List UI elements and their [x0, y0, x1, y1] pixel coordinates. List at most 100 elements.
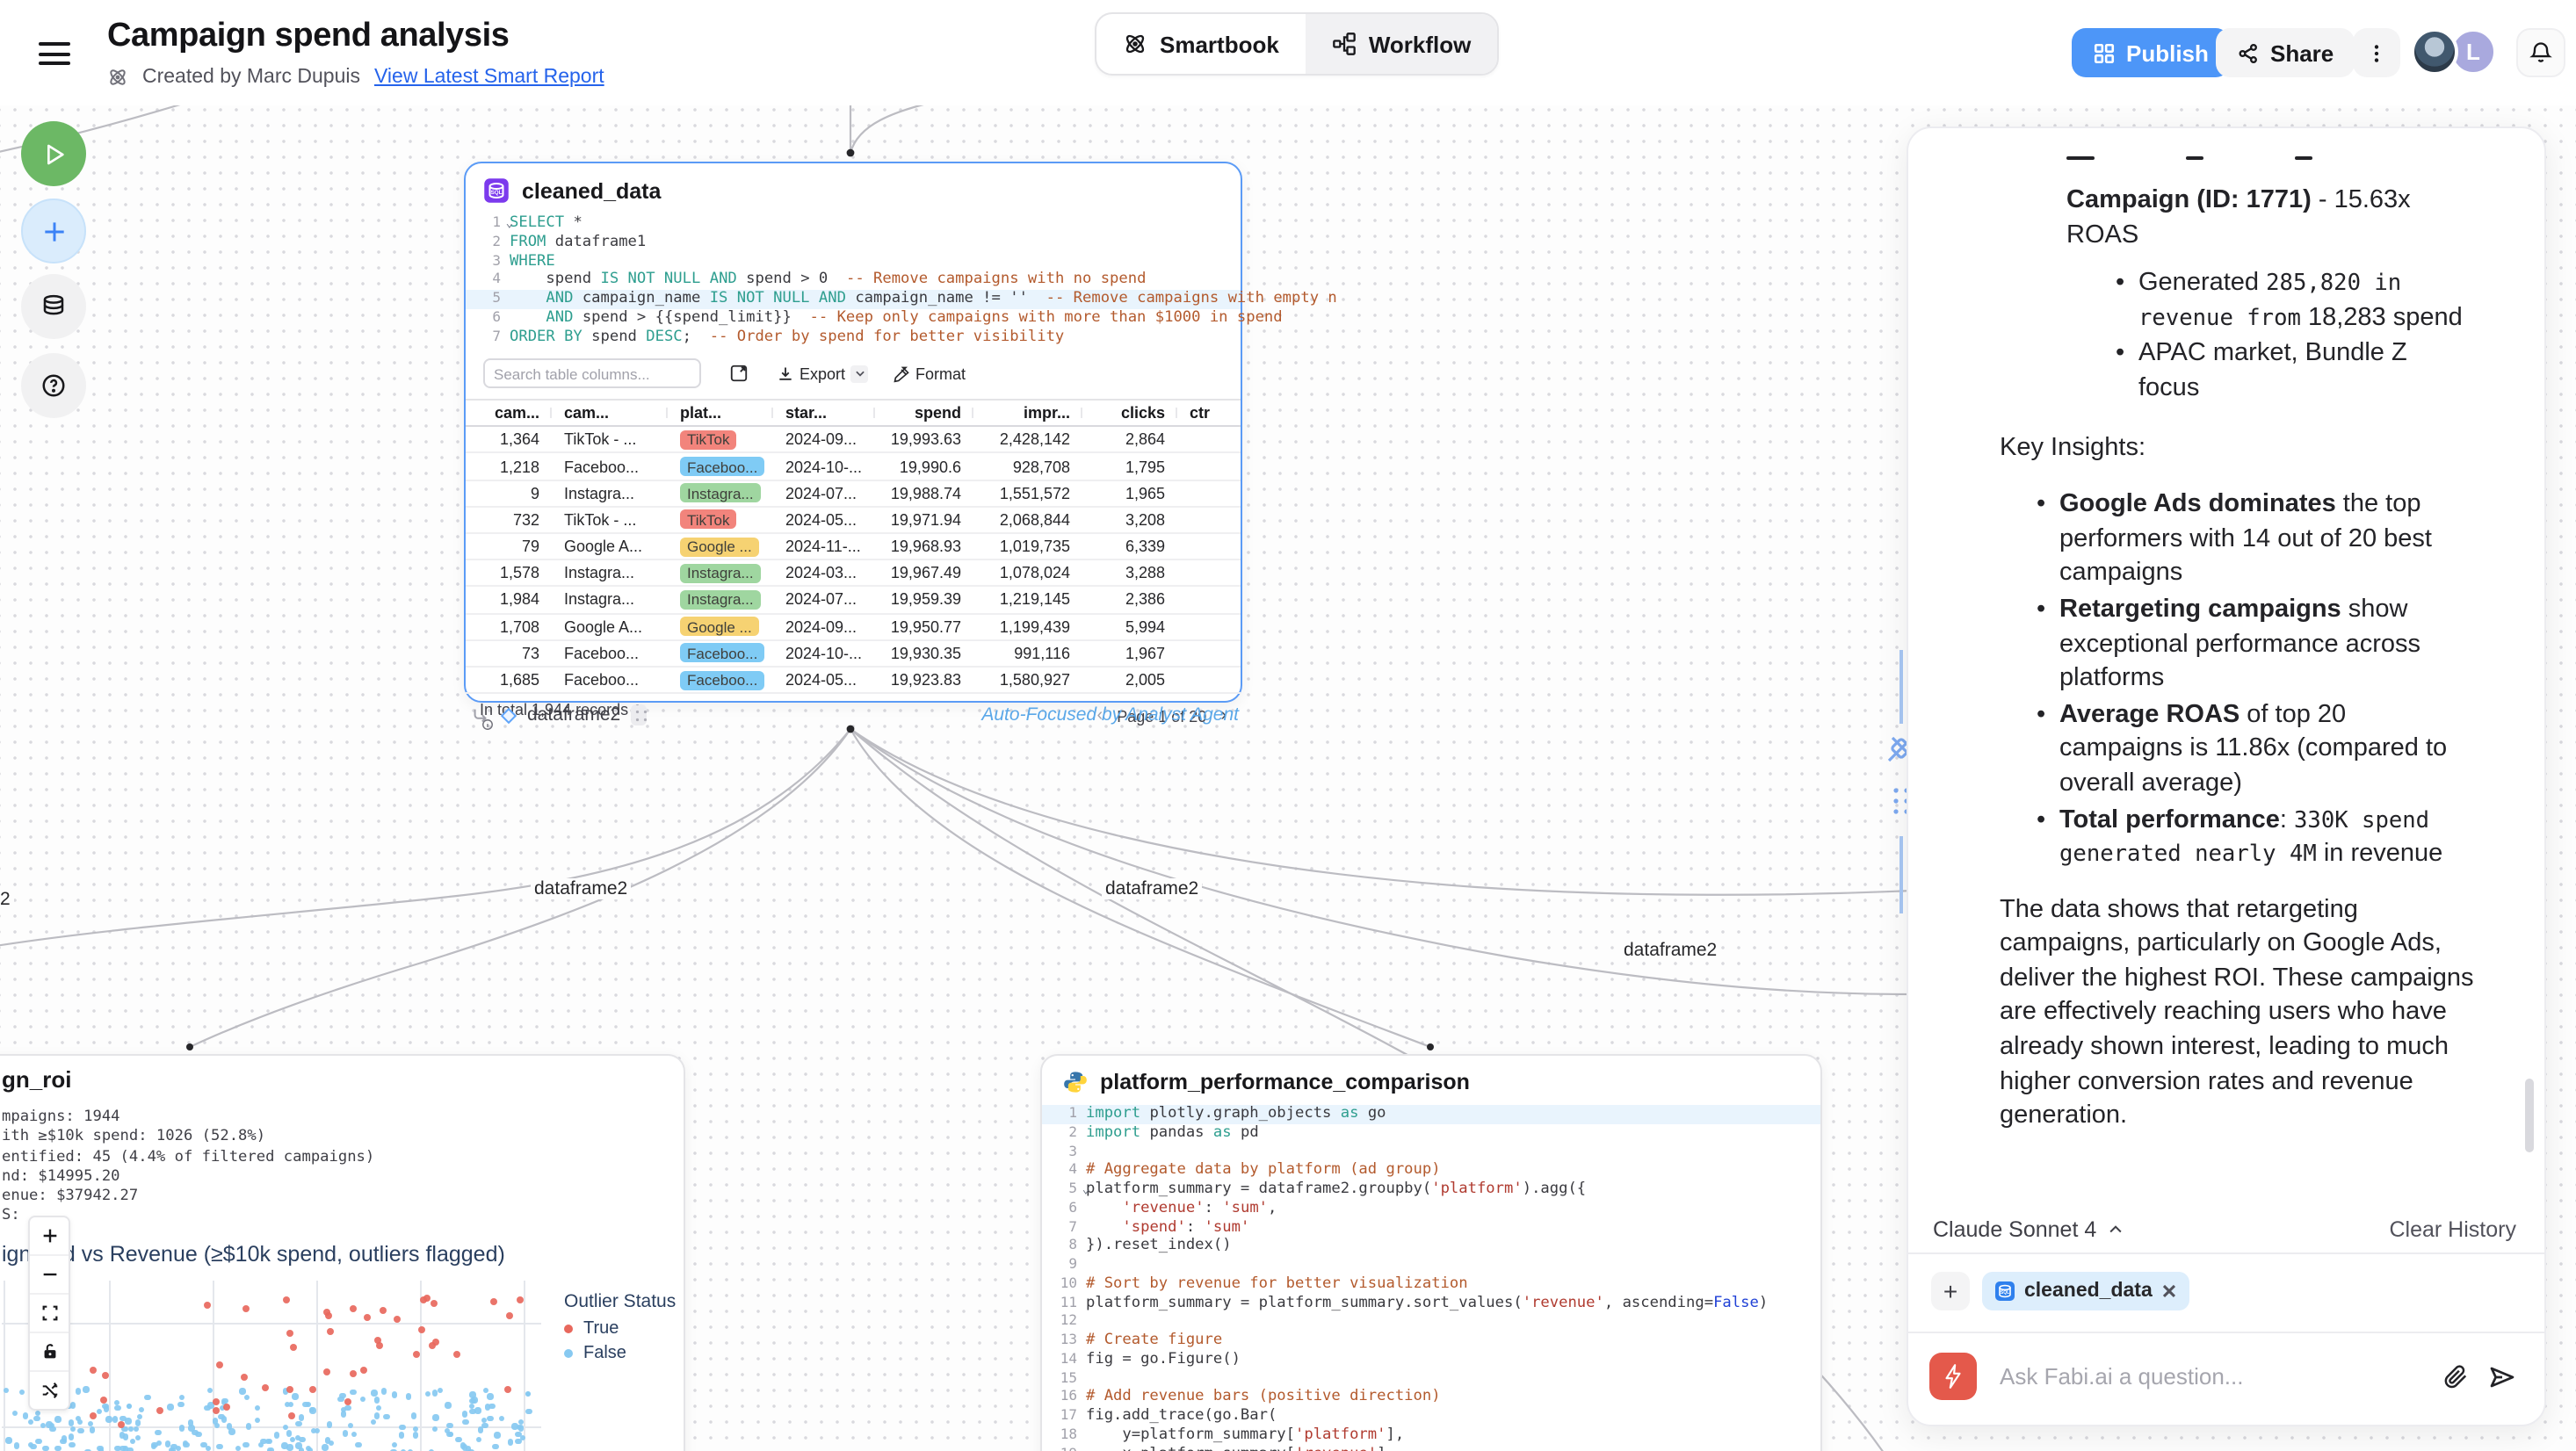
scatter-plot[interactable]: [2, 1281, 541, 1451]
notifications-button[interactable]: [2516, 28, 2565, 77]
export-button[interactable]: Export: [777, 365, 868, 383]
legend-item-false[interactable]: False: [564, 1344, 676, 1363]
code-line[interactable]: 1import plotly.graph_objects as go: [1042, 1105, 1820, 1124]
more-options-button[interactable]: [2353, 28, 2400, 77]
avatar-photo[interactable]: [2411, 28, 2458, 76]
code-line[interactable]: 2import pandas as pd: [1042, 1124, 1820, 1144]
attach-button[interactable]: [2442, 1363, 2469, 1390]
platform-badge: TikTok: [680, 510, 737, 530]
code-line[interactable]: 9: [1042, 1256, 1820, 1275]
chevron-up-icon[interactable]: [2107, 1221, 2124, 1238]
table-cell: 2,068,844: [972, 511, 1081, 529]
column-header[interactable]: ctr: [1176, 405, 1241, 422]
table-row[interactable]: 1,578Instagra...Instagra...2024-03...19,…: [466, 560, 1241, 587]
code-line[interactable]: 15: [1042, 1369, 1820, 1389]
fit-view-button[interactable]: [30, 1295, 69, 1333]
format-button[interactable]: Format: [893, 365, 966, 383]
code-line[interactable]: 18 y=platform_summary['platform'],: [1042, 1426, 1820, 1446]
tab-smartbook[interactable]: Smartbook: [1096, 14, 1306, 74]
scrollbar-thumb[interactable]: [2525, 1079, 2534, 1152]
code-line[interactable]: 3: [1042, 1143, 1820, 1162]
clear-history-button[interactable]: Clear History: [2390, 1217, 2517, 1242]
table-row[interactable]: 79Google A...Google ...2024-11-...19,968…: [466, 534, 1241, 560]
expand-icon[interactable]: [729, 365, 749, 384]
code-line[interactable]: 4# Aggregate data by platform (ad group): [1042, 1162, 1820, 1181]
code-line[interactable]: 5⌄platform_summary = dataframe2.groupby(…: [1042, 1180, 1820, 1200]
table-row[interactable]: 73Faceboo...Faceboo...2024-10-...19,930.…: [466, 641, 1241, 668]
node-output-row: dataframe2 Auto-Focused by Analyst Agent: [471, 704, 1239, 726]
column-header[interactable]: plat...: [666, 405, 771, 422]
shuffle-layout-button[interactable]: [30, 1372, 69, 1409]
remove-chip-icon[interactable]: ✕: [2161, 1280, 2177, 1303]
sql-editor[interactable]: 1⌄SELECT *2FROM dataframe13WHERE4 spend …: [466, 211, 1241, 347]
node-cleaned-data[interactable]: SQL cleaned_data 1⌄SELECT *2FROM datafra…: [464, 162, 1242, 703]
code-line[interactable]: 2FROM dataframe1: [466, 234, 1241, 253]
publish-button[interactable]: Publish: [2072, 28, 2230, 77]
table-row[interactable]: 1,984Instagra...Instagra...2024-07...19,…: [466, 588, 1241, 614]
zoom-out-button[interactable]: [30, 1256, 69, 1295]
add-cell-button[interactable]: [21, 199, 86, 263]
node-platform-performance[interactable]: platform_performance_comparison 1import …: [1040, 1054, 1822, 1451]
zoom-in-button[interactable]: [30, 1217, 69, 1256]
column-header[interactable]: impr...: [972, 405, 1081, 422]
code-line[interactable]: 6 AND spend > {{spend_limit}} -- Keep on…: [466, 309, 1241, 328]
code-line[interactable]: 8}).reset_index(): [1042, 1238, 1820, 1257]
column-header[interactable]: spend: [873, 405, 972, 422]
code-line[interactable]: 6 'revenue': 'sum',: [1042, 1200, 1820, 1219]
code-line[interactable]: 17fig.add_trace(go.Bar(: [1042, 1407, 1820, 1426]
table-row[interactable]: 1,685Faceboo...Faceboo...2024-05...19,92…: [466, 668, 1241, 694]
column-header[interactable]: star...: [771, 405, 873, 422]
help-button[interactable]: [21, 353, 86, 418]
lightning-icon: [1942, 1363, 1965, 1390]
code-line[interactable]: 1⌄SELECT *: [466, 214, 1241, 234]
export-chevron[interactable]: [850, 365, 868, 383]
code-line[interactable]: 10# Sort by revenue for better visualiza…: [1042, 1275, 1820, 1295]
run-all-button[interactable]: [21, 121, 86, 186]
code-line[interactable]: 5 AND campaign_name IS NOT NULL AND camp…: [466, 290, 1241, 309]
smart-report-link[interactable]: View Latest Smart Report: [374, 67, 604, 88]
lock-button[interactable]: [30, 1333, 69, 1372]
table-row[interactable]: 1,708Google A...Google ...2024-09...19,9…: [466, 614, 1241, 640]
share-icon: [2237, 41, 2260, 64]
tab-workflow[interactable]: Workflow: [1306, 14, 1498, 74]
column-header[interactable]: clicks: [1081, 405, 1176, 422]
data-sources-button[interactable]: [21, 274, 86, 339]
chat-scroll-area[interactable]: Campaign (ID: 1771) - 15.63x ROAS Genera…: [1908, 128, 2544, 1175]
code-line[interactable]: 7ORDER BY spend DESC; -- Order by spend …: [466, 328, 1241, 347]
column-header[interactable]: cam...: [466, 405, 550, 422]
table-row[interactable]: 9Instagra...Instagra...2024-07...19,988.…: [466, 480, 1241, 507]
svg-text:SQL: SQL: [491, 190, 503, 196]
code-line[interactable]: 16# Add revenue bars (positive direction…: [1042, 1389, 1820, 1408]
send-button[interactable]: [2488, 1362, 2516, 1390]
code-line[interactable]: 13# Create figure: [1042, 1332, 1820, 1351]
table-row[interactable]: 732TikTok - ...TikTok2024-05...19,971.94…: [466, 508, 1241, 534]
node-campaign-roi[interactable]: gn_roi mpaigns: 1944ith ≥$10k spend: 102…: [0, 1054, 685, 1451]
drag-grip[interactable]: [631, 704, 647, 726]
code-line[interactable]: 4 spend IS NOT NULL AND spend > 0 -- Rem…: [466, 271, 1241, 291]
table-search-input[interactable]: [483, 359, 701, 389]
code-line[interactable]: 11platform_summary = platform_summary.so…: [1042, 1294, 1820, 1313]
table-cell: 2024-05...: [771, 511, 873, 529]
code-line[interactable]: 19 x=platform_summary['revenue'],: [1042, 1445, 1820, 1451]
model-selector[interactable]: Claude Sonnet 4: [1933, 1217, 2096, 1242]
output-dataframe-label[interactable]: dataframe2: [527, 704, 620, 726]
play-icon: [40, 140, 68, 168]
code-line[interactable]: 14fig = go.Figure(): [1042, 1351, 1820, 1370]
code-line[interactable]: 7 'spend': 'sum': [1042, 1218, 1820, 1238]
column-header[interactable]: cam...: [550, 405, 666, 422]
database-icon: [40, 293, 67, 320]
code-line[interactable]: 12: [1042, 1313, 1820, 1332]
legend-item-true[interactable]: True: [564, 1319, 676, 1339]
list-item: Generated 285,820 in revenue from 18,283…: [2000, 267, 2474, 336]
python-editor[interactable]: 1import plotly.graph_objects as go2impor…: [1042, 1105, 1820, 1451]
context-chip-cleaned-data[interactable]: SQL cleaned_data ✕: [1982, 1272, 2189, 1310]
table-row[interactable]: 1,218Faceboo...Faceboo...2024-10-...19,9…: [466, 454, 1241, 480]
chat-input[interactable]: [1996, 1361, 2423, 1391]
add-context-button[interactable]: +: [1931, 1272, 1970, 1310]
code-line[interactable]: 3WHERE: [466, 252, 1241, 271]
share-button[interactable]: Share: [2216, 28, 2355, 77]
menu-icon[interactable]: [39, 42, 70, 65]
grid-icon: [2093, 41, 2116, 64]
table-row[interactable]: 1,364TikTok - ...TikTok2024-09...19,993.…: [466, 428, 1241, 454]
edge-label: dataframe2: [1102, 878, 1202, 899]
